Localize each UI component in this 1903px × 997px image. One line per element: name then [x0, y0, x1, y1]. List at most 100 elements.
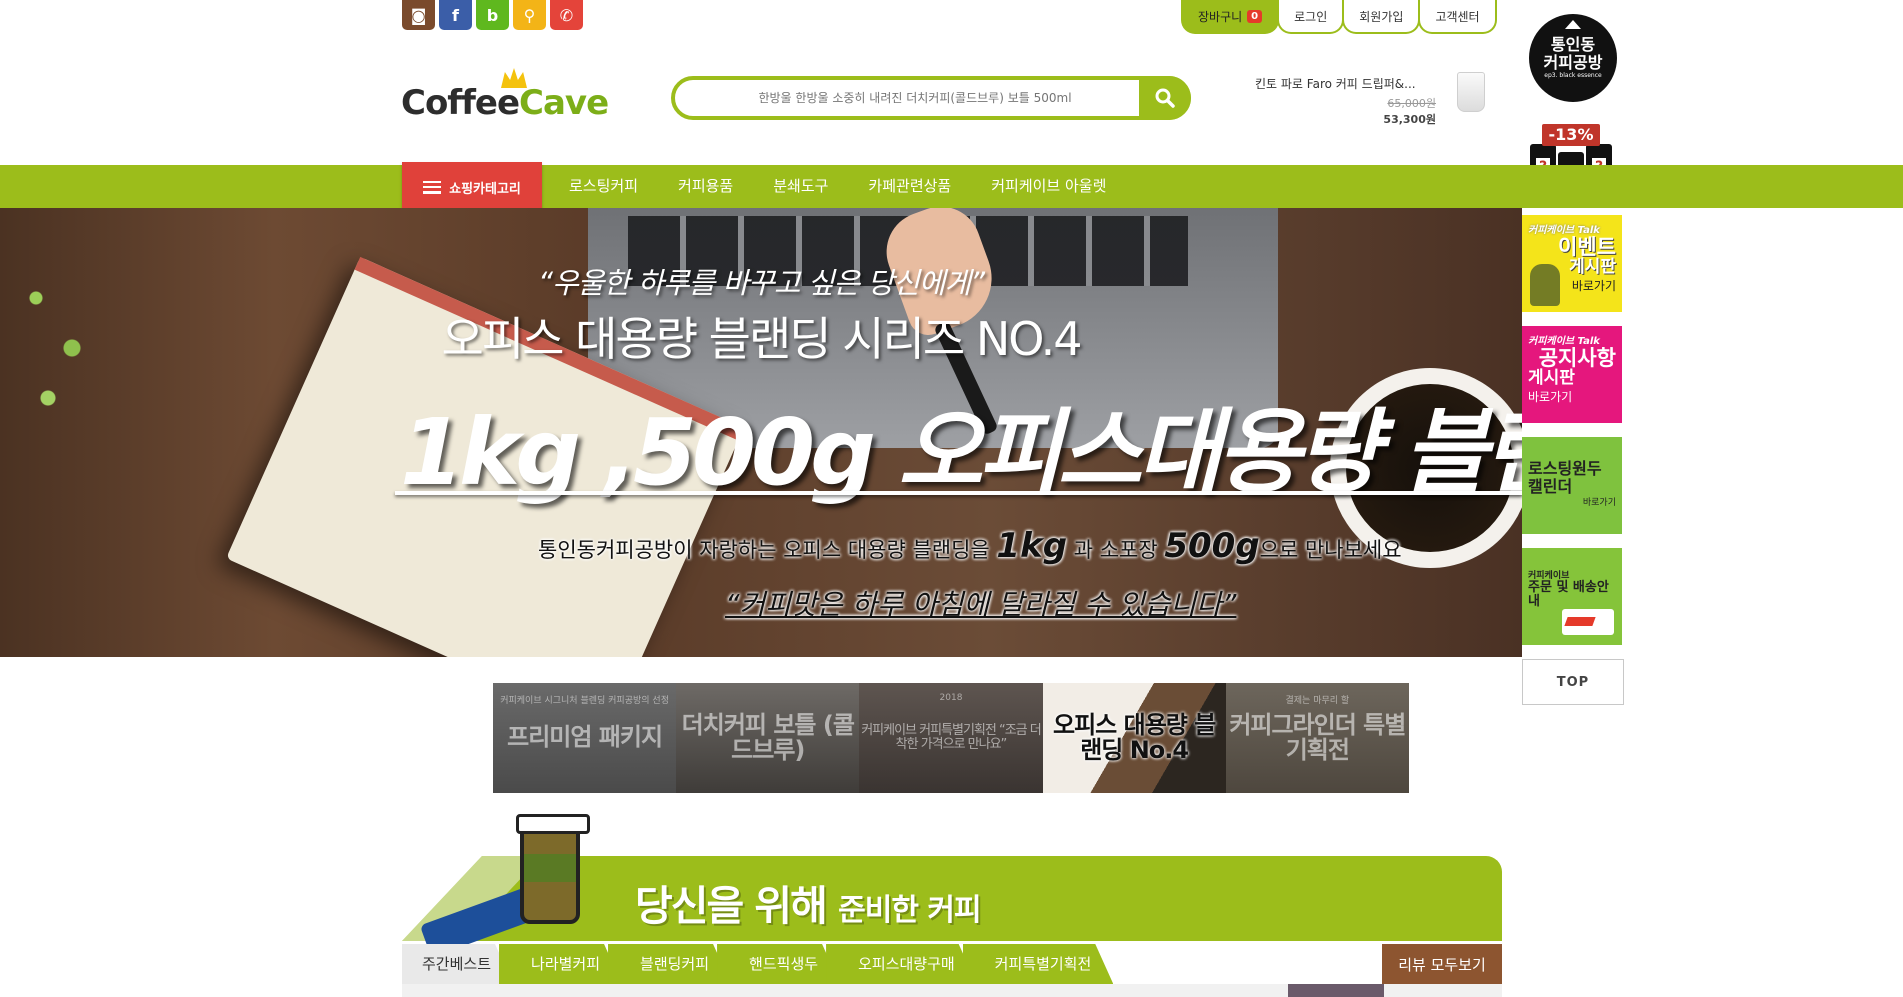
thumb-label: 프리미엄 패키지	[507, 723, 663, 752]
cart-count-badge: 0	[1247, 9, 1263, 23]
hero-subtitle: 통인동커피공방이 자랑하는 오피스 대용량 블랜딩을 1kg 과 소포장 500…	[538, 526, 1402, 566]
hero-sub-a: 통인동커피공방이 자랑하는 오피스 대용량 블랜딩을	[538, 538, 997, 562]
scroll-top-button[interactable]: TOP	[1522, 659, 1624, 705]
hero-headline: 오피스 대용량 블랜딩 시리즈 NO.4	[441, 312, 1083, 366]
notice-go: 바로가기	[1528, 389, 1573, 404]
hero-sub-b: 1kg	[996, 526, 1068, 566]
signup-link[interactable]: 회원가입	[1342, 0, 1421, 34]
nav-item-cafe-products[interactable]: 카페관련상품	[848, 165, 971, 208]
thumb-premium-package[interactable]: 커피케이브 시그니처 블렌딩 커피공방의 선정프리미엄 패키지	[493, 683, 677, 793]
brand-line2: 커피공방	[1543, 52, 1603, 72]
featured-product-name: 킨토 파로 Faro 커피 드립퍼&...	[1255, 77, 1416, 91]
notice-title2: 게시판	[1528, 368, 1575, 389]
phone-icon[interactable]: ✆	[550, 0, 583, 30]
coffee-cup-icon	[516, 814, 590, 924]
map-pin-icon[interactable]: ⚲	[513, 0, 546, 30]
tab-blend-coffee[interactable]: 블랜딩커피	[608, 944, 731, 984]
view-all-reviews-button[interactable]: 리뷰 모두보기	[1382, 944, 1502, 984]
section-title: 당신을 위해 준비한 커피	[635, 872, 982, 932]
hat-icon	[1565, 20, 1581, 29]
brand-small: ep3. black essence	[1544, 72, 1602, 80]
section-title-bold: 당신을 위해	[635, 882, 828, 930]
roasting-calendar-banner[interactable]: 로스팅원두 캘린더 바로가기	[1522, 437, 1622, 534]
thumb-label: 더치커피 보틀 (콜드브루)	[681, 710, 855, 764]
brand-badge[interactable]: 통인동 커피공방 ep3. black essence	[1529, 14, 1617, 102]
featured-new-price: 53,300원	[1383, 113, 1436, 126]
featured-old-price: 65,000원	[1387, 97, 1436, 110]
featured-product[interactable]: 킨토 파로 Faro 커피 드립퍼&... 65,000원 53,300원	[1255, 70, 1495, 130]
thumb-office-blend[interactable]: 오피스 대용량 블랜딩 No.4	[1042, 683, 1226, 793]
tab-row: 주간베스트 나라별커피 블랜딩커피 핸드픽생두 오피스대량구매 커피특별기획전	[402, 944, 1113, 984]
thumb-caption: 커피케이브 시그니처 블렌딩 커피공방의 선정	[500, 696, 669, 706]
event-title1: 이벤트	[1558, 235, 1616, 259]
discount-tag: -13%	[1542, 124, 1600, 146]
shopping-category-label: 쇼핑카테고리	[449, 182, 521, 197]
hero-sub-c: 과 소포장	[1067, 538, 1165, 562]
nav-item-outlet[interactable]: 커피케이브 아울렛	[971, 165, 1126, 208]
notice-title1: 공지사항	[1538, 346, 1616, 370]
social-links: ◙ f b ⚲ ✆	[402, 0, 583, 30]
page: ◙ f b ⚲ ✆ 장바구니 0 로그인 회원가입 고객센터 CoffeeCav…	[0, 0, 1903, 997]
thumb-label: 커피케이브 커피특별기획전 “조금 더 착한 가격으로 만나요”	[861, 723, 1042, 752]
thumb-caption: 2018	[939, 693, 963, 703]
logo-wordmark: CoffeeCave	[401, 83, 609, 123]
hamburger-icon	[423, 181, 442, 194]
roasting-go: 바로가기	[1582, 498, 1616, 509]
thumb-label: 커피그라인더 특별기획전	[1229, 710, 1406, 764]
cart-label: 장바구니	[1198, 9, 1243, 24]
nav-item-roasting-coffee[interactable]: 로스팅커피	[549, 165, 658, 208]
brand-line1: 통인동	[1550, 35, 1596, 55]
thumb-dutch-coffee[interactable]: 더치커피 보틀 (콜드브루)	[676, 683, 860, 793]
blog-icon[interactable]: b	[476, 0, 509, 30]
product-preview-edge	[1288, 984, 1384, 997]
hero-quote: “우울한 하루를 바꾸고 싶은 당신에게”	[537, 266, 985, 300]
logo-coffee: Coffee	[401, 83, 520, 123]
support-link[interactable]: 고객센터	[1418, 0, 1497, 34]
event-talk: 커피케이브 Talk	[1528, 225, 1600, 236]
tab-special-event[interactable]: 커피특별기획전	[963, 944, 1114, 984]
shopping-category-button[interactable]: 쇼핑카테고리	[402, 162, 542, 213]
search-bar	[671, 76, 1191, 120]
event-board-banner[interactable]: 커피케이브 Talk 이벤트 게시판 바로가기	[1522, 215, 1622, 312]
hero-sub-d: 500g	[1164, 526, 1260, 566]
hero-quote-bottom: “커피맛은 하루 아침에 달라질 수 있습니다”	[725, 588, 1237, 621]
recommend-section-header: 당신을 위해 준비한 커피	[402, 814, 1502, 958]
search-input[interactable]	[695, 80, 1135, 116]
section-title-rest: 준비한 커피	[838, 893, 981, 928]
nav-item-coffee-tools[interactable]: 커피용품	[658, 165, 753, 208]
product-tabs: 주간베스트 나라별커피 블랜딩커피 핸드픽생두 오피스대량구매 커피특별기획전 …	[402, 944, 1502, 997]
delivery-truck-icon	[1562, 609, 1614, 635]
nav-item-grinders[interactable]: 분쇄도구	[753, 165, 848, 208]
tab-office-bulk[interactable]: 오피스대량구매	[826, 944, 977, 984]
notice-board-banner[interactable]: 커피케이브 Talk 공지사항 게시판 바로가기	[1522, 326, 1622, 423]
tab-handpick-beans[interactable]: 핸드픽생두	[717, 944, 840, 984]
thumb-label: 오피스 대용량 블랜딩 No.4	[1053, 710, 1216, 764]
cart-link[interactable]: 장바구니 0	[1181, 0, 1280, 34]
instagram-icon[interactable]: ◙	[402, 0, 435, 30]
thumb-caption: 결제는 마무리 할	[1285, 696, 1350, 706]
featured-product-image	[1457, 72, 1485, 112]
roasting-line1: 로스팅원두	[1528, 459, 1602, 478]
shipping-line1: 주문 및 배송안내	[1528, 580, 1609, 609]
thumb-grinder-event[interactable]: 결제는 마무리 할커피그라인더 특별기획전	[1225, 683, 1409, 793]
banner-thumbnails: 커피케이브 시그니처 블렌딩 커피공방의 선정프리미엄 패키지 더치커피 보틀 …	[493, 683, 1409, 793]
hero-sub-e: 으로 만나보세요	[1259, 538, 1402, 562]
tab-weekly-best[interactable]: 주간베스트	[402, 944, 513, 984]
shipping-info-banner[interactable]: 커피케이브 주문 및 배송안내	[1522, 548, 1622, 645]
search-button[interactable]	[1139, 76, 1191, 120]
nav-menu: 로스팅커피 커피용품 분쇄도구 카페관련상품 커피케이브 아울렛	[549, 165, 1126, 208]
thumb-special-event[interactable]: 2018 커피케이브 커피특별기획전 “조금 더 착한 가격으로 만나요”	[859, 683, 1043, 793]
notice-talk: 커피케이브 Talk	[1528, 336, 1600, 347]
utility-links: 장바구니 0 로그인 회원가입 고객센터	[1181, 0, 1497, 34]
roasting-line2: 캘린더	[1528, 476, 1573, 496]
hero-underline	[395, 491, 1522, 495]
main-nav: 쇼핑카테고리 로스팅커피 커피용품 분쇄도구 카페관련상품 커피케이브 아울렛	[0, 162, 1903, 213]
hero-banner[interactable]: “우울한 하루를 바꾸고 싶은 당신에게” 오피스 대용량 블랜딩 시리즈 NO…	[0, 208, 1522, 657]
search-icon	[1155, 88, 1175, 108]
logo-cave: Cave	[519, 83, 609, 123]
facebook-icon[interactable]: f	[439, 0, 472, 30]
login-link[interactable]: 로그인	[1277, 0, 1345, 34]
goat-mascot-icon	[1530, 264, 1560, 306]
site-logo[interactable]: CoffeeCave	[401, 68, 609, 124]
tab-country-coffee[interactable]: 나라별커피	[499, 944, 622, 984]
